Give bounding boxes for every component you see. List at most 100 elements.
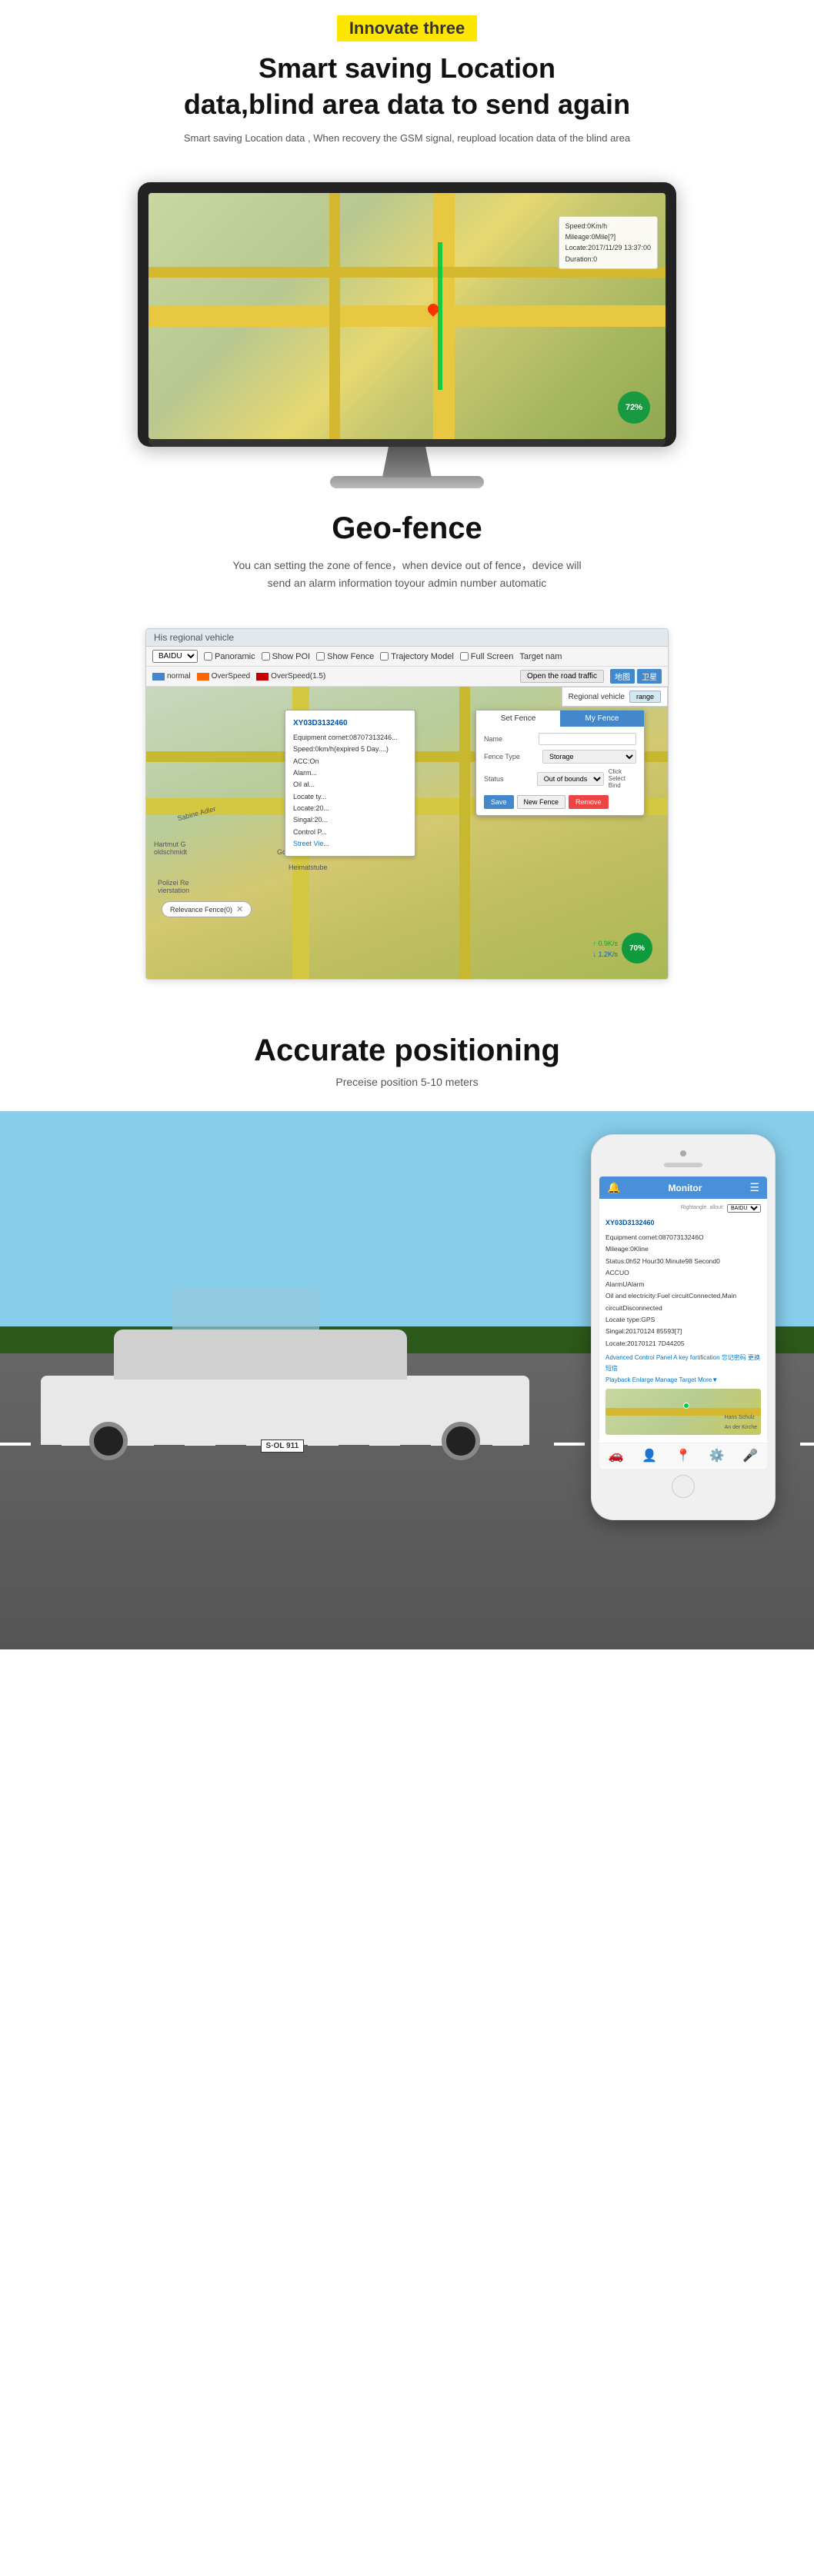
geofence-toolbar: BAIDU Panoramic Show POI Show Fence Traj… — [146, 647, 668, 667]
baidu-select[interactable]: BAIDU — [152, 650, 198, 663]
accurate-desc: Preceise position 5-10 meters — [31, 1076, 783, 1088]
control-panel-link[interactable]: Control Panel — [635, 1354, 672, 1361]
accurate-title: Accurate positioning — [31, 1033, 783, 1068]
car-body — [41, 1376, 529, 1445]
phone-nav-mic[interactable]: 🎤 — [742, 1448, 758, 1463]
fence-status-select[interactable]: Out of bounds — [537, 772, 604, 786]
monitor-stand — [138, 447, 676, 488]
map-road-horizontal — [148, 305, 666, 327]
section-geofence: Geo-fence You can setting the zone of fe… — [0, 496, 814, 601]
click-select-bind[interactable]: Click Select Bind — [609, 768, 636, 789]
section-accurate: Accurate positioning Preceise position 5… — [0, 1010, 814, 1096]
speed-indicators: ↑ 0.9K/s ↓ 1.2K/s — [592, 939, 618, 960]
toolbar-target: Target nam — [519, 652, 562, 661]
fence-type-row: Fence Type Storage — [484, 750, 636, 764]
toolbar-fullscreen[interactable]: Smart saving Location Full Screen — [460, 652, 514, 661]
monitor-wrapper: Speed:0Km/h Mileage:0Mile[?] Locate:2017… — [0, 182, 814, 488]
street-view-link[interactable]: Street Vie... — [293, 838, 407, 850]
map-type-buttons: 地图 卫星 — [610, 669, 662, 684]
phone-nav-location[interactable]: 📍 — [676, 1448, 691, 1463]
monitor-base — [330, 476, 484, 488]
geofence-titlebar: His regional vehicle — [146, 629, 668, 647]
tab-my-fence[interactable]: My Fence — [560, 711, 644, 727]
fence-type-select[interactable]: Storage — [542, 750, 636, 764]
password-link[interactable]: 忘记密码 — [722, 1354, 746, 1361]
car-phone-section: S·OL 911 🔔 Monitor ☰ Rightangle allout: — [0, 1111, 814, 1649]
geofence-title: Geo-fence — [62, 511, 752, 546]
remove-fence-button[interactable]: Remove — [569, 795, 609, 809]
more-link[interactable]: More▼ — [698, 1376, 718, 1383]
phone-map-mini: Hans Schulz An der Kirche — [605, 1389, 761, 1435]
regional-vehicle-panel: Regional vehicle range — [562, 687, 668, 707]
geofence-desc2: send an alarm information toyour admin n… — [62, 574, 752, 593]
section-description: Smart saving Location data , When recove… — [31, 132, 783, 144]
fence-action-buttons: Save New Fence Remove — [484, 795, 636, 809]
phone-home-button[interactable] — [672, 1475, 695, 1498]
geofence-percent-badge: 70% — [622, 933, 652, 964]
car-cabin — [114, 1330, 407, 1380]
fence-name-row: Name — [484, 733, 636, 745]
speed-badges-row: normal OverSpeed OverSpeed(1.5) Open the… — [146, 667, 668, 687]
set-fence-body: Name Fence Type Storage Status Out of bo… — [476, 727, 644, 815]
innovate-badge: Innovate three — [337, 15, 477, 42]
geofence-map-area: Regional vehicle range XY03D3132460 Equi… — [146, 687, 668, 979]
phone-camera — [680, 1150, 686, 1157]
tab-set-fence[interactable]: Set Fence — [476, 711, 560, 727]
geofence-ui: His regional vehicle BAIDU Panoramic Sho… — [145, 628, 669, 980]
overspeed15-color — [256, 673, 269, 681]
map-road-vertical2 — [329, 193, 340, 439]
map-type-satellite[interactable]: 卫星 — [637, 669, 662, 684]
overspeed-color — [197, 673, 209, 681]
open-road-button[interactable]: Open the road traffic — [520, 670, 604, 683]
toolbar-show-fence[interactable]: Show Fence — [316, 652, 374, 661]
phone-nav-settings[interactable]: ⚙️ — [709, 1448, 725, 1463]
phone-map-location: Hans Schulz An der Kirche — [725, 1413, 757, 1433]
phone-baidu-select[interactable]: BAIDU — [727, 1204, 761, 1213]
toolbar-show-poi[interactable]: Show POI — [262, 652, 311, 661]
phone-nav-car[interactable]: 🚗 — [609, 1448, 624, 1463]
gf-road4 — [459, 687, 470, 979]
monitor-bottom-bar — [148, 439, 666, 447]
monitor-neck — [376, 447, 438, 478]
phone-header-row: Rightangle allout: BAIDU — [605, 1203, 761, 1213]
phone-speaker — [664, 1163, 702, 1167]
vehicle-info-popup: XY03D3132460 Equipment cornet:0870731324… — [285, 710, 415, 857]
normal-color — [152, 673, 165, 681]
monitor-outer: Speed:0Km/h Mileage:0Mile[?] Locate:2017… — [138, 182, 676, 447]
map-green-route — [438, 242, 442, 390]
phone-screen: 🔔 Monitor ☰ Rightangle allout: BAIDU XY0… — [599, 1177, 767, 1469]
key-fortification-link[interactable]: A key fortification — [673, 1354, 719, 1361]
street-label-3: Polizei Revierstation — [158, 879, 189, 894]
new-fence-button[interactable]: New Fence — [517, 795, 566, 809]
advanced-link[interactable]: Advanced — [605, 1354, 633, 1361]
map-background: Speed:0Km/h Mileage:0Mile[?] Locate:2017… — [148, 193, 666, 439]
badge-overspeed15: OverSpeed(1.5) — [256, 672, 325, 681]
street-label-2: Hartmut Goldschmidt — [154, 840, 187, 856]
phone-mockup: 🔔 Monitor ☰ Rightangle allout: BAIDU XY0… — [591, 1134, 776, 1520]
street-label-7: Heimatstube — [289, 864, 328, 871]
phone-nav-person[interactable]: 👤 — [642, 1448, 657, 1463]
phone-advanced-links: Advanced Control Panel A key fortificati… — [605, 1353, 761, 1386]
relevance-fence-chip: Relevance Fence(0) ✕ — [162, 901, 252, 917]
set-fence-dialog: Set Fence My Fence Name Fence Type Stora… — [475, 710, 645, 816]
car-windshield — [172, 1287, 319, 1330]
fence-name-input[interactable] — [539, 733, 636, 745]
range-button[interactable]: range — [629, 691, 661, 703]
section-innovate: Innovate three Smart saving Location dat… — [0, 0, 814, 167]
badge-normal: normal — [152, 672, 191, 681]
save-fence-button[interactable]: Save — [484, 795, 514, 809]
map-type-ditu[interactable]: 地图 — [610, 669, 635, 684]
phone-bottom-nav: 🚗 👤 📍 ⚙️ 🎤 — [599, 1443, 767, 1468]
enlarge-link[interactable]: Enlarge — [632, 1376, 654, 1383]
phone-menu-icon[interactable]: ☰ — [749, 1181, 759, 1194]
phone-notification-icon: 🔔 — [607, 1181, 620, 1194]
toolbar-trajectory[interactable]: Trajectory Model — [380, 652, 454, 661]
map-road-vertical — [433, 193, 455, 439]
manage-target-link[interactable]: Manage Target — [656, 1376, 696, 1383]
phone-titlebar: 🔔 Monitor ☰ — [599, 1177, 767, 1199]
playback-link[interactable]: Playback — [605, 1376, 630, 1383]
chip-close[interactable]: ✕ — [236, 904, 243, 914]
toolbar-panoramic[interactable]: Panoramic — [204, 652, 255, 661]
map-info-box: Speed:0Km/h Mileage:0Mile[?] Locate:2017… — [559, 216, 658, 270]
map-percent-badge: 72% — [618, 391, 650, 424]
